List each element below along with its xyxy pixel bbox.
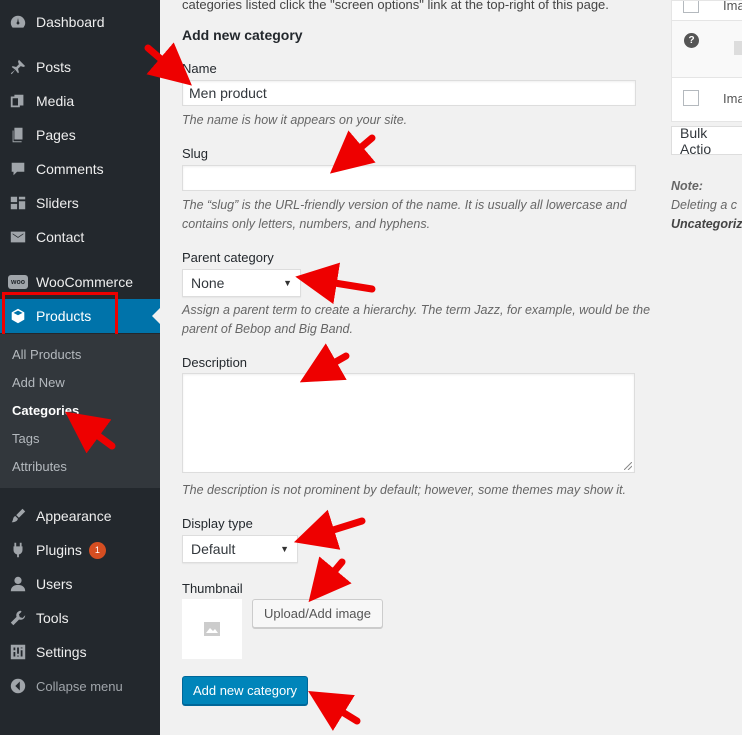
brush-icon: [8, 506, 28, 526]
menu-label: Tools: [36, 610, 69, 626]
form-heading: Add new category: [182, 27, 303, 43]
intro-text: categories listed click the "screen opti…: [182, 0, 609, 12]
display-type-select[interactable]: Default ▼: [182, 535, 298, 563]
menu-pages[interactable]: Pages: [0, 118, 160, 152]
upload-image-button[interactable]: Upload/Add image: [252, 599, 383, 628]
table-row: [672, 20, 742, 78]
parent-label: Parent category: [182, 250, 274, 265]
menu-users[interactable]: Users: [0, 567, 160, 601]
menu-label: Pages: [36, 127, 76, 143]
annotation-arrow: [293, 509, 366, 550]
media-icon: [8, 91, 28, 111]
select-value: Default: [191, 541, 236, 557]
name-label: Name: [182, 61, 217, 76]
annotation-arrow: [299, 343, 350, 383]
menu-label: WooCommerce: [36, 274, 133, 290]
menu-comments[interactable]: Comments: [0, 152, 160, 186]
menu-posts[interactable]: Posts: [0, 50, 160, 84]
slug-input[interactable]: [182, 165, 636, 191]
parent-description: Assign a parent term to create a hierarc…: [182, 303, 651, 336]
dashboard-icon: [8, 12, 28, 32]
annotation-arrow: [308, 691, 361, 731]
products-submenu: All Products Add New Categories Tags Att…: [0, 334, 160, 488]
wrench-icon: [8, 608, 28, 628]
parent-category-select[interactable]: None ▼: [182, 269, 301, 297]
menu-label: Settings: [36, 644, 87, 660]
annotation-arrow: [308, 556, 352, 603]
slug-description: The “slug” is the URL-friendly version o…: [182, 198, 627, 231]
menu-label: Collapse menu: [36, 678, 123, 694]
annotation-arrow: [329, 130, 376, 174]
submenu-tags[interactable]: Tags: [12, 431, 39, 446]
thumbnail-preview: [182, 599, 242, 659]
display-type-label: Display type: [182, 516, 253, 531]
description-textarea[interactable]: [182, 373, 635, 473]
bulk-actions-select[interactable]: Bulk Actio: [671, 126, 742, 155]
menu-label: Users: [36, 576, 73, 592]
chevron-down-icon: ▼: [280, 544, 289, 554]
submenu-add-new[interactable]: Add New: [12, 375, 65, 390]
menu-label: Posts: [36, 59, 72, 75]
settings-icon: [8, 642, 28, 662]
pin-icon: [8, 57, 28, 77]
menu-label: Dashboard: [36, 14, 105, 30]
note-label: Note:: [671, 179, 703, 193]
image-placeholder-icon: [204, 622, 220, 636]
name-description: The name is how it appears on your site.: [182, 113, 408, 127]
annotation-arrow: [295, 262, 376, 305]
pages-icon: [8, 125, 28, 145]
active-indicator: [152, 308, 160, 324]
submenu-categories[interactable]: Categories: [12, 403, 79, 418]
table-row-label: Ima: [723, 0, 742, 13]
categories-table: Ima ? Ima: [671, 0, 742, 122]
menu-sliders[interactable]: Sliders: [0, 186, 160, 220]
user-icon: [8, 574, 28, 594]
plug-icon: [8, 540, 28, 560]
menu-label: Comments: [36, 161, 104, 177]
menu-label: Contact: [36, 229, 85, 245]
row-checkbox[interactable]: [683, 90, 699, 106]
menu-plugins[interactable]: Plugins 1: [0, 533, 160, 567]
menu-collapse[interactable]: Collapse menu: [0, 669, 160, 703]
comments-icon: [8, 159, 28, 179]
submenu-all-products[interactable]: All Products: [12, 347, 81, 362]
submenu-attributes[interactable]: Attributes: [12, 459, 67, 474]
note-uncategorized: Uncategoriz: [671, 217, 742, 231]
sliders-icon: [8, 193, 28, 213]
thumbnail-label: Thumbnail: [182, 581, 243, 596]
description-help: The description is not prominent by defa…: [182, 483, 626, 497]
admin-sidebar: Dashboard Posts Media Pages Comments Sli…: [0, 0, 160, 735]
resize-grip-icon[interactable]: [624, 462, 632, 470]
image-placeholder-icon: [734, 41, 742, 55]
menu-label: Media: [36, 93, 75, 109]
table-row-label: Ima: [723, 91, 742, 106]
name-input[interactable]: Men product: [182, 80, 636, 106]
menu-appearance[interactable]: Appearance: [0, 499, 160, 533]
woocommerce-icon: woo: [8, 275, 28, 289]
select-value: None: [191, 275, 225, 291]
menu-dashboard[interactable]: Dashboard: [0, 5, 160, 39]
menu-label: Appearance: [36, 508, 112, 524]
annotation-highlight-box: [2, 292, 118, 340]
menu-label: Plugins: [36, 542, 82, 558]
plugins-update-badge: 1: [88, 541, 106, 559]
help-icon[interactable]: ?: [684, 33, 699, 48]
add-category-button[interactable]: Add new category: [182, 676, 308, 705]
chevron-down-icon: ▼: [283, 278, 292, 288]
menu-tools[interactable]: Tools: [0, 601, 160, 635]
note-text: Deleting a c: [671, 198, 738, 212]
mail-icon: [8, 227, 28, 247]
collapse-icon: [8, 676, 28, 696]
slug-label: Slug: [182, 146, 209, 161]
description-label: Description: [182, 355, 248, 370]
menu-contact[interactable]: Contact: [0, 220, 160, 254]
row-checkbox[interactable]: [683, 1, 699, 13]
menu-settings[interactable]: Settings: [0, 635, 160, 669]
menu-label: Sliders: [36, 195, 79, 211]
menu-media[interactable]: Media: [0, 84, 160, 118]
